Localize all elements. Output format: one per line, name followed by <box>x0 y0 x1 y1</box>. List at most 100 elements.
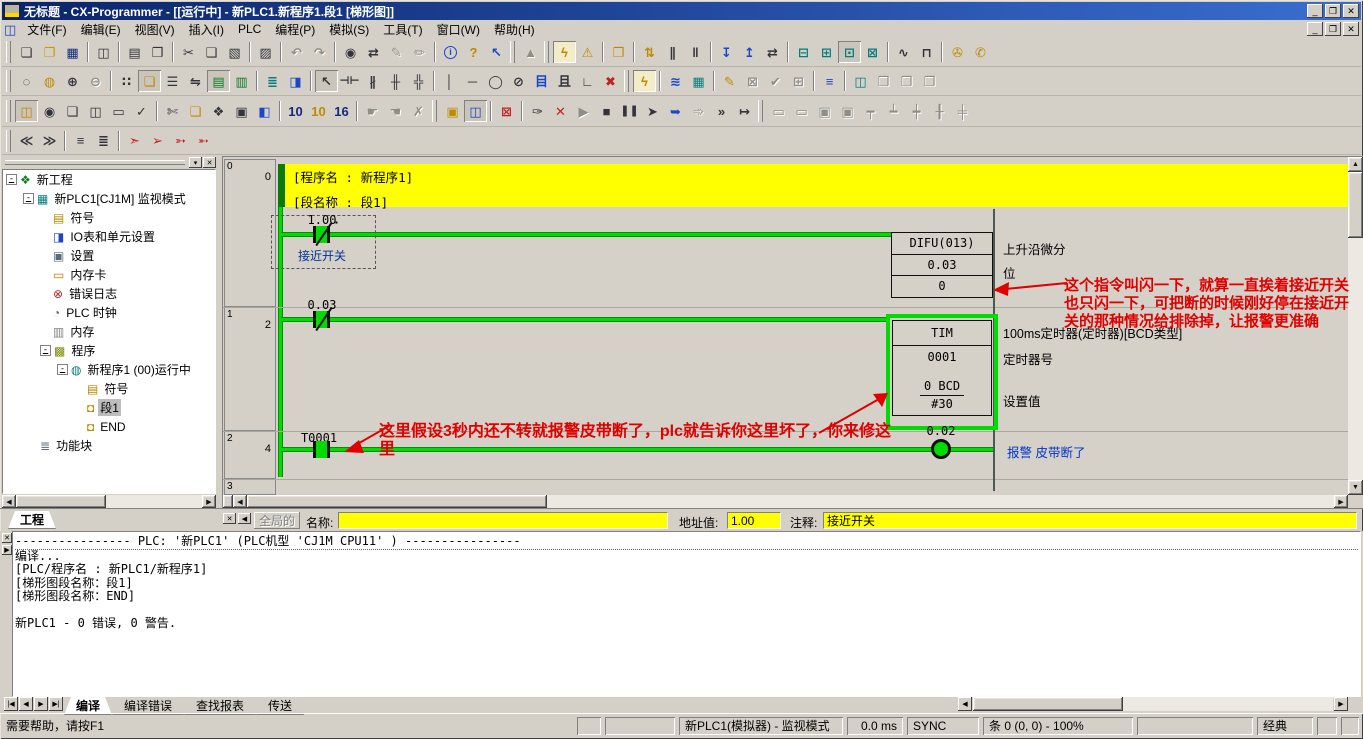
network-tool-6-button[interactable]: ┷ <box>882 100 905 122</box>
force-decimal-button[interactable]: 10 <box>307 100 330 122</box>
new-or-contact-button[interactable]: ╫ <box>384 70 407 92</box>
online-transfer-button[interactable]: ▦ <box>687 70 710 92</box>
rung-gutter-cell[interactable]: 3 <box>224 479 276 495</box>
difu-instruction-block[interactable]: DIFU(013) 0.03 0 <box>891 232 993 298</box>
workspace-grip[interactable] <box>5 160 185 165</box>
menu-plc[interactable]: PLC <box>231 21 268 37</box>
release-protection-button[interactable]: ✆ <box>969 41 992 63</box>
save-project-button[interactable]: ▦ <box>61 41 84 63</box>
tree-expand-toggle[interactable]: - <box>6 174 17 185</box>
ladder-hscrollbar-thumb[interactable] <box>247 495 547 508</box>
menu-view[interactable]: 视图(V) <box>128 20 182 39</box>
mode-run-button[interactable]: ⊠ <box>861 41 884 63</box>
goto-next-address-button[interactable]: ➵ <box>192 130 215 152</box>
tab-project[interactable]: 工程 <box>8 511 56 529</box>
output-text[interactable]: ---------------- PLC: '新PLC1' (PLC机型 'CJ… <box>12 531 1361 697</box>
tree-scroll-left-button[interactable]: ◀ <box>2 495 16 508</box>
address-reference-tool-button[interactable]: ▭ <box>107 100 130 122</box>
indent-rung-button[interactable]: ≫ <box>38 130 61 152</box>
menu-file[interactable]: 文件(F) <box>20 20 73 39</box>
menu-edit[interactable]: 编辑(E) <box>74 20 128 39</box>
goto-prev-address-button[interactable]: ➳ <box>169 130 192 152</box>
align-list-2-button[interactable]: ≣ <box>92 130 115 152</box>
about-button[interactable]: i <box>439 41 462 63</box>
ladder-vscrollbar-thumb[interactable] <box>1348 172 1363 238</box>
open-project-button[interactable]: ❐ <box>38 41 61 63</box>
child-close-button[interactable]: ✕ <box>1343 22 1359 36</box>
tree-item-plc[interactable]: -▦新PLC1[CJ1M] 监视模式 <box>3 189 215 208</box>
network-tool-3-button[interactable]: ▣ <box>813 100 836 122</box>
close-window-2-button[interactable]: ❒ <box>895 70 918 92</box>
transfer-warning-button[interactable]: ⇅ <box>638 41 661 63</box>
mode-debug-button[interactable]: ⊞ <box>815 41 838 63</box>
tree-item-memory-card[interactable]: ▭内存卡 <box>3 265 215 284</box>
tree-expand-toggle[interactable]: - <box>40 345 51 356</box>
comment-input[interactable] <box>823 512 1357 529</box>
view-reusable-file-button[interactable]: ◫ <box>92 41 115 63</box>
close-button[interactable]: ✕ <box>1343 4 1359 18</box>
close-window-3-button[interactable]: ❒ <box>918 70 941 92</box>
find-button[interactable]: ◉ <box>339 41 362 63</box>
pause-button[interactable]: ‖ <box>684 41 707 63</box>
output-hscrollbar-track[interactable] <box>973 697 1333 711</box>
cancel-pause-button[interactable]: ✕ <box>549 100 572 122</box>
child-restore-button[interactable]: ❐ <box>1325 22 1341 36</box>
find-replace-button[interactable]: ✏ <box>408 41 431 63</box>
ladder-scroll-down-button[interactable]: ▼ <box>1348 480 1363 495</box>
simulator-exit-button[interactable]: ⊠ <box>495 100 518 122</box>
workspace-close-button[interactable]: ✕ <box>203 157 216 168</box>
show-address-reference-button[interactable]: ⇋ <box>184 70 207 92</box>
menu-insert[interactable]: 插入(I) <box>182 20 231 39</box>
addressbar-prev-button[interactable]: ◀ <box>238 513 251 524</box>
view-mnemonics-button[interactable]: ≣ <box>261 70 284 92</box>
rung-gutter-cell[interactable]: 00 <box>224 159 276 307</box>
network-tool-7-button[interactable]: ┿ <box>905 100 928 122</box>
tree-item-symbols[interactable]: ▤符号 <box>3 208 215 227</box>
coil-0.02[interactable] <box>931 439 951 459</box>
tree-item-program[interactable]: -▩程序 <box>3 341 215 360</box>
mode-program-button[interactable]: ⊟ <box>792 41 815 63</box>
rung-comment-list-button[interactable]: ❏ <box>184 100 207 122</box>
menu-program[interactable]: 编程(P) <box>268 20 322 39</box>
network-tool-5-button[interactable]: ┯ <box>859 100 882 122</box>
error-alarm-button[interactable]: ▲ <box>519 41 542 63</box>
new-line-corner-button[interactable]: ∟ <box>576 70 599 92</box>
tree-scroll-right-button[interactable]: ▶ <box>202 495 216 508</box>
replace-button[interactable]: ✎ <box>385 41 408 63</box>
zoom-out-button[interactable]: ⊖ <box>84 70 107 92</box>
contact-1.00[interactable] <box>313 226 330 243</box>
dialog-editor-button[interactable]: ▣ <box>230 100 253 122</box>
tree-item-project[interactable]: -❖新工程 <box>3 170 215 189</box>
zoom-in-button[interactable]: ⊕ <box>61 70 84 92</box>
cascade-project-window-button[interactable]: ◫ <box>15 100 38 122</box>
workspace-pin-button[interactable]: ▾ <box>189 157 202 168</box>
new-contact-button[interactable]: ⊣⊢ <box>338 70 361 92</box>
ladder-scroll-up-button[interactable]: ▲ <box>1348 157 1363 172</box>
new-closed-coil-button[interactable]: ⊘ <box>507 70 530 92</box>
context-help-button[interactable]: ↖ <box>485 41 508 63</box>
sim-continuous-run-button[interactable]: » <box>710 100 733 122</box>
menu-help[interactable]: 帮助(H) <box>487 20 542 39</box>
align-list-button[interactable]: ≡ <box>69 130 92 152</box>
online-edit-button[interactable]: ϟ <box>633 70 656 92</box>
mode-monitor-button[interactable]: ⊡ <box>838 41 861 63</box>
network-tool-2-button[interactable]: ▭ <box>790 100 813 122</box>
tree-expand-toggle[interactable]: - <box>57 364 68 375</box>
force-off-button[interactable]: ☚ <box>384 100 407 122</box>
help-topics-button[interactable]: ? <box>462 41 485 63</box>
network-tool-9-button[interactable]: ╪ <box>951 100 974 122</box>
ladder-split-button[interactable] <box>223 495 233 508</box>
rung-gutter-cell[interactable]: 24 <box>224 431 276 479</box>
delete-element-button[interactable]: ✖ <box>599 70 622 92</box>
ladder-scroll-left-button[interactable]: ◀ <box>233 495 247 508</box>
print-preview-button[interactable]: ❒ <box>146 41 169 63</box>
set-protection-button[interactable]: ✇ <box>946 41 969 63</box>
new-instruction-dialog-button[interactable]: 且 <box>553 70 576 92</box>
ladder-scroll-right-button[interactable]: ▶ <box>1334 495 1348 508</box>
show-grid-button[interactable]: ∷ <box>115 70 138 92</box>
show-symbol-table-button[interactable]: ▤ <box>207 70 230 92</box>
close-window-1-button[interactable]: ❒ <box>872 70 895 92</box>
outdent-rung-button[interactable]: ≪ <box>15 130 38 152</box>
output-first-tab-button[interactable]: |◀ <box>4 697 18 711</box>
transfer-from-plc-button[interactable]: ↥ <box>738 41 761 63</box>
